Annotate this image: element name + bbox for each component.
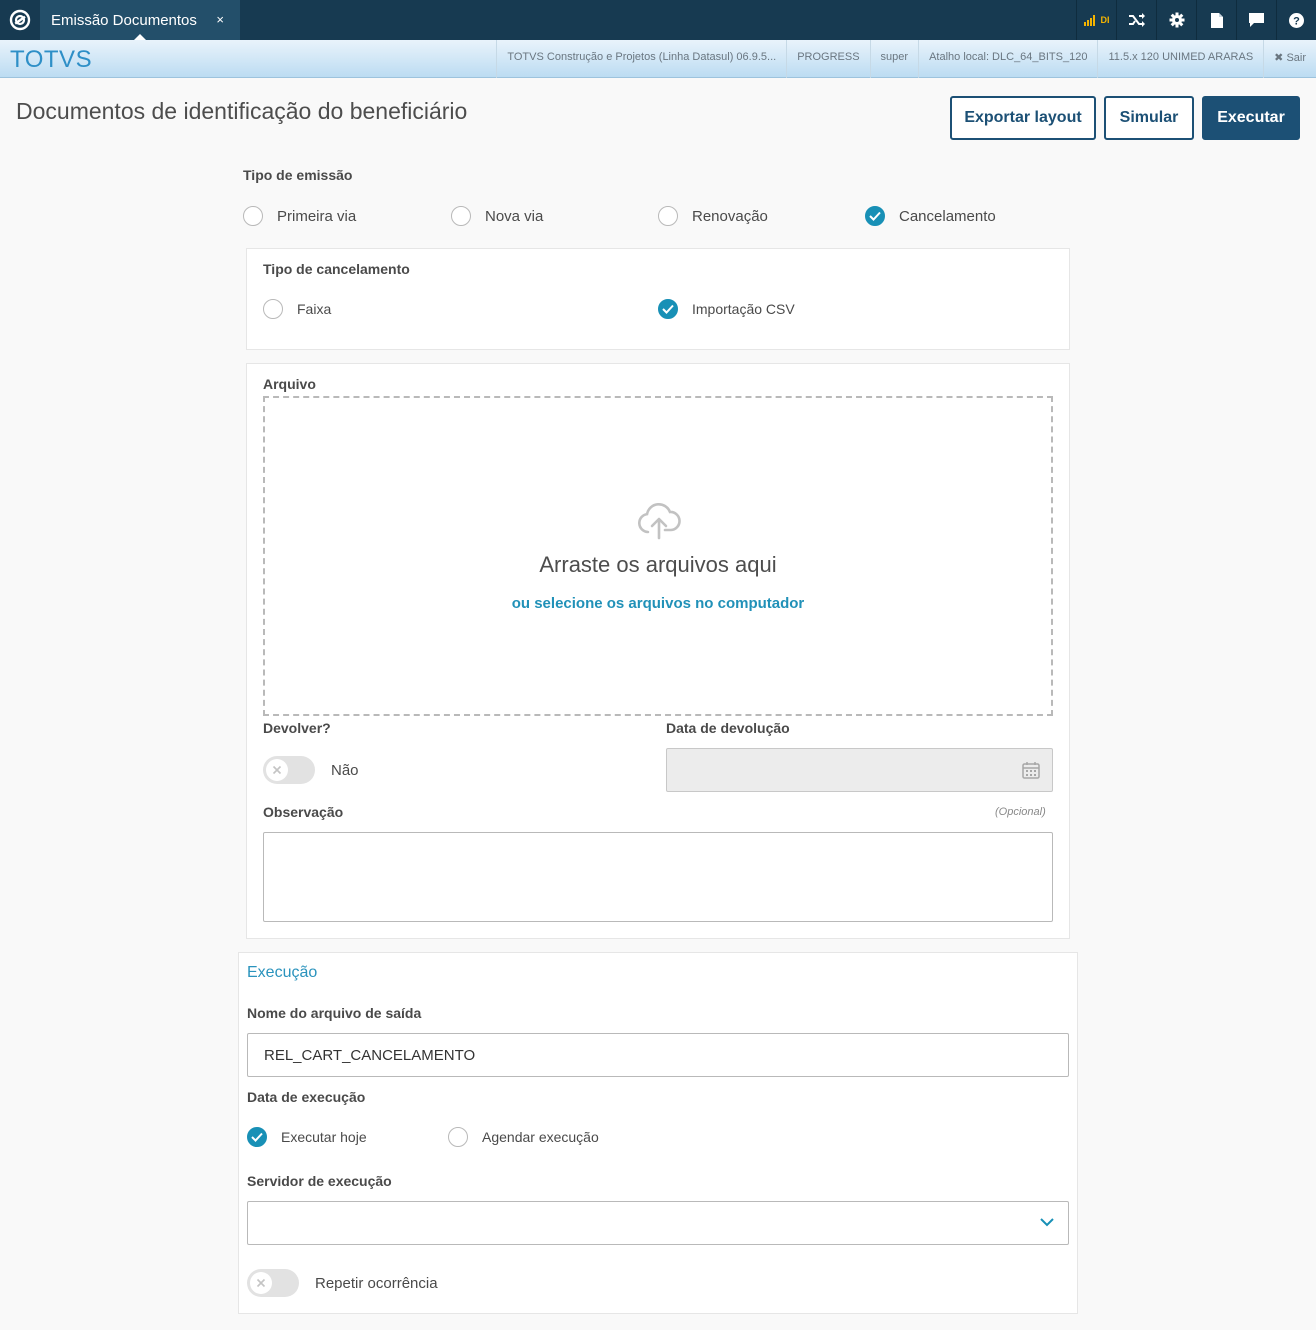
optional-hint: (Opcional) xyxy=(995,806,1046,818)
tab-title: Emissão Documentos xyxy=(51,11,197,29)
radio-label: Renovação xyxy=(692,207,768,225)
radio-button-checked[interactable] xyxy=(865,206,885,226)
user-info: super xyxy=(869,40,919,78)
file-dropzone[interactable]: Arraste os arquivos aqui ou selecione os… xyxy=(263,396,1053,716)
radio-agendar-execucao[interactable]: Agendar execução xyxy=(448,1127,599,1147)
top-bar: Emissão Documentos × DI ? xyxy=(0,0,1316,40)
radio-label: Cancelamento xyxy=(899,207,996,225)
radio-label: Primeira via xyxy=(277,207,357,225)
app-logo-icon[interactable] xyxy=(0,0,40,40)
server-select[interactable] xyxy=(247,1201,1069,1245)
toggle-knob xyxy=(250,1272,272,1294)
help-icon[interactable]: ? xyxy=(1276,0,1316,40)
radio-label: Importação CSV xyxy=(692,301,795,317)
radio-renovacao[interactable]: Renovação xyxy=(658,206,768,226)
radio-button[interactable] xyxy=(243,206,263,226)
shuffle-icon[interactable] xyxy=(1116,0,1156,40)
radio-executar-hoje[interactable]: Executar hoje xyxy=(247,1127,367,1147)
radio-primeira-via[interactable]: Primeira via xyxy=(243,206,356,226)
dropzone-title: Arraste os arquivos aqui xyxy=(539,552,777,577)
check-icon xyxy=(251,1132,263,1142)
return-date-label: Data de devolução xyxy=(666,720,790,736)
output-file-label: Nome do arquivo de saída xyxy=(247,1005,422,1021)
x-icon xyxy=(256,1278,266,1288)
chat-icon[interactable] xyxy=(1236,0,1276,40)
di-label: DI xyxy=(1100,15,1110,25)
header-strip: TOTVS TOTVS Construção e Projetos (Linha… xyxy=(0,40,1316,78)
check-icon xyxy=(869,211,881,221)
observation-textarea[interactable] xyxy=(263,832,1053,922)
calendar-icon[interactable] xyxy=(1022,761,1040,779)
export-layout-button[interactable]: Exportar layout xyxy=(950,96,1096,140)
execution-date-label: Data de execução xyxy=(247,1089,366,1105)
tab-emissao-documentos[interactable]: Emissão Documentos × xyxy=(40,0,240,40)
radio-button-checked[interactable] xyxy=(247,1127,267,1147)
radio-label: Faixa xyxy=(297,301,332,317)
database-info: PROGRESS xyxy=(786,40,869,78)
execution-section-title: Execução xyxy=(247,964,318,981)
output-file-input[interactable]: REL_CART_CANCELAMENTO xyxy=(247,1033,1069,1077)
repeat-toggle-label: Repetir ocorrência xyxy=(315,1275,438,1292)
radio-button[interactable] xyxy=(451,206,471,226)
radio-cancelamento[interactable]: Cancelamento xyxy=(865,206,996,226)
brand-logo: TOTVS xyxy=(10,46,93,73)
execute-button[interactable]: Executar xyxy=(1202,96,1300,140)
gear-icon[interactable] xyxy=(1156,0,1196,40)
emission-type-label: Tipo de emissão xyxy=(243,167,353,183)
server-label: Servidor de execução xyxy=(247,1173,392,1189)
radio-label: Executar hoje xyxy=(281,1129,367,1145)
exit-button[interactable]: ✖ Sair xyxy=(1263,40,1316,78)
radio-label: Nova via xyxy=(485,207,544,225)
radio-nova-via[interactable]: Nova via xyxy=(451,206,543,226)
chevron-down-icon[interactable] xyxy=(1040,1218,1054,1227)
tab-close-icon[interactable]: × xyxy=(216,12,224,27)
repeat-toggle[interactable] xyxy=(247,1269,299,1297)
x-icon xyxy=(272,765,282,775)
radio-button[interactable] xyxy=(263,299,283,319)
signal-icon[interactable]: DI xyxy=(1076,0,1116,40)
page-title: Documentos de identificação do beneficiá… xyxy=(16,98,468,124)
session-info: TOTVS Construção e Projetos (Linha Datas… xyxy=(496,40,1316,78)
exit-label: Sair xyxy=(1286,52,1306,64)
company-info: 11.5.x 120 UNIMED ARARAS xyxy=(1097,40,1263,78)
return-label: Devolver? xyxy=(263,720,331,736)
document-icon[interactable] xyxy=(1196,0,1236,40)
svg-text:?: ? xyxy=(1293,15,1300,27)
shortcut-info: Atalho local: DLC_64_BITS_120 xyxy=(918,40,1097,78)
simulate-button[interactable]: Simular xyxy=(1104,96,1194,140)
observation-label: Observação xyxy=(263,804,344,820)
radio-button[interactable] xyxy=(448,1127,468,1147)
cancellation-type-label: Tipo de cancelamento xyxy=(263,261,410,277)
close-icon: ✖ xyxy=(1274,52,1284,64)
radio-faixa[interactable]: Faixa xyxy=(263,299,331,319)
top-actions: DI ? xyxy=(1076,0,1316,40)
radio-label: Agendar execução xyxy=(482,1129,599,1145)
radio-button[interactable] xyxy=(658,206,678,226)
return-date-input[interactable] xyxy=(666,748,1053,792)
radio-importacao-csv[interactable]: Importação CSV xyxy=(658,299,795,319)
return-toggle[interactable] xyxy=(263,756,315,784)
toggle-knob xyxy=(266,759,288,781)
file-label: Arquivo xyxy=(263,376,316,392)
check-icon xyxy=(662,304,674,314)
select-files-link[interactable]: ou selecione os arquivos no computador xyxy=(265,595,1051,612)
radio-button-checked[interactable] xyxy=(658,299,678,319)
return-toggle-label: Não xyxy=(331,762,359,779)
product-info: TOTVS Construção e Projetos (Linha Datas… xyxy=(496,40,786,78)
cloud-upload-icon xyxy=(638,503,681,540)
output-file-value: REL_CART_CANCELAMENTO xyxy=(264,1046,476,1064)
